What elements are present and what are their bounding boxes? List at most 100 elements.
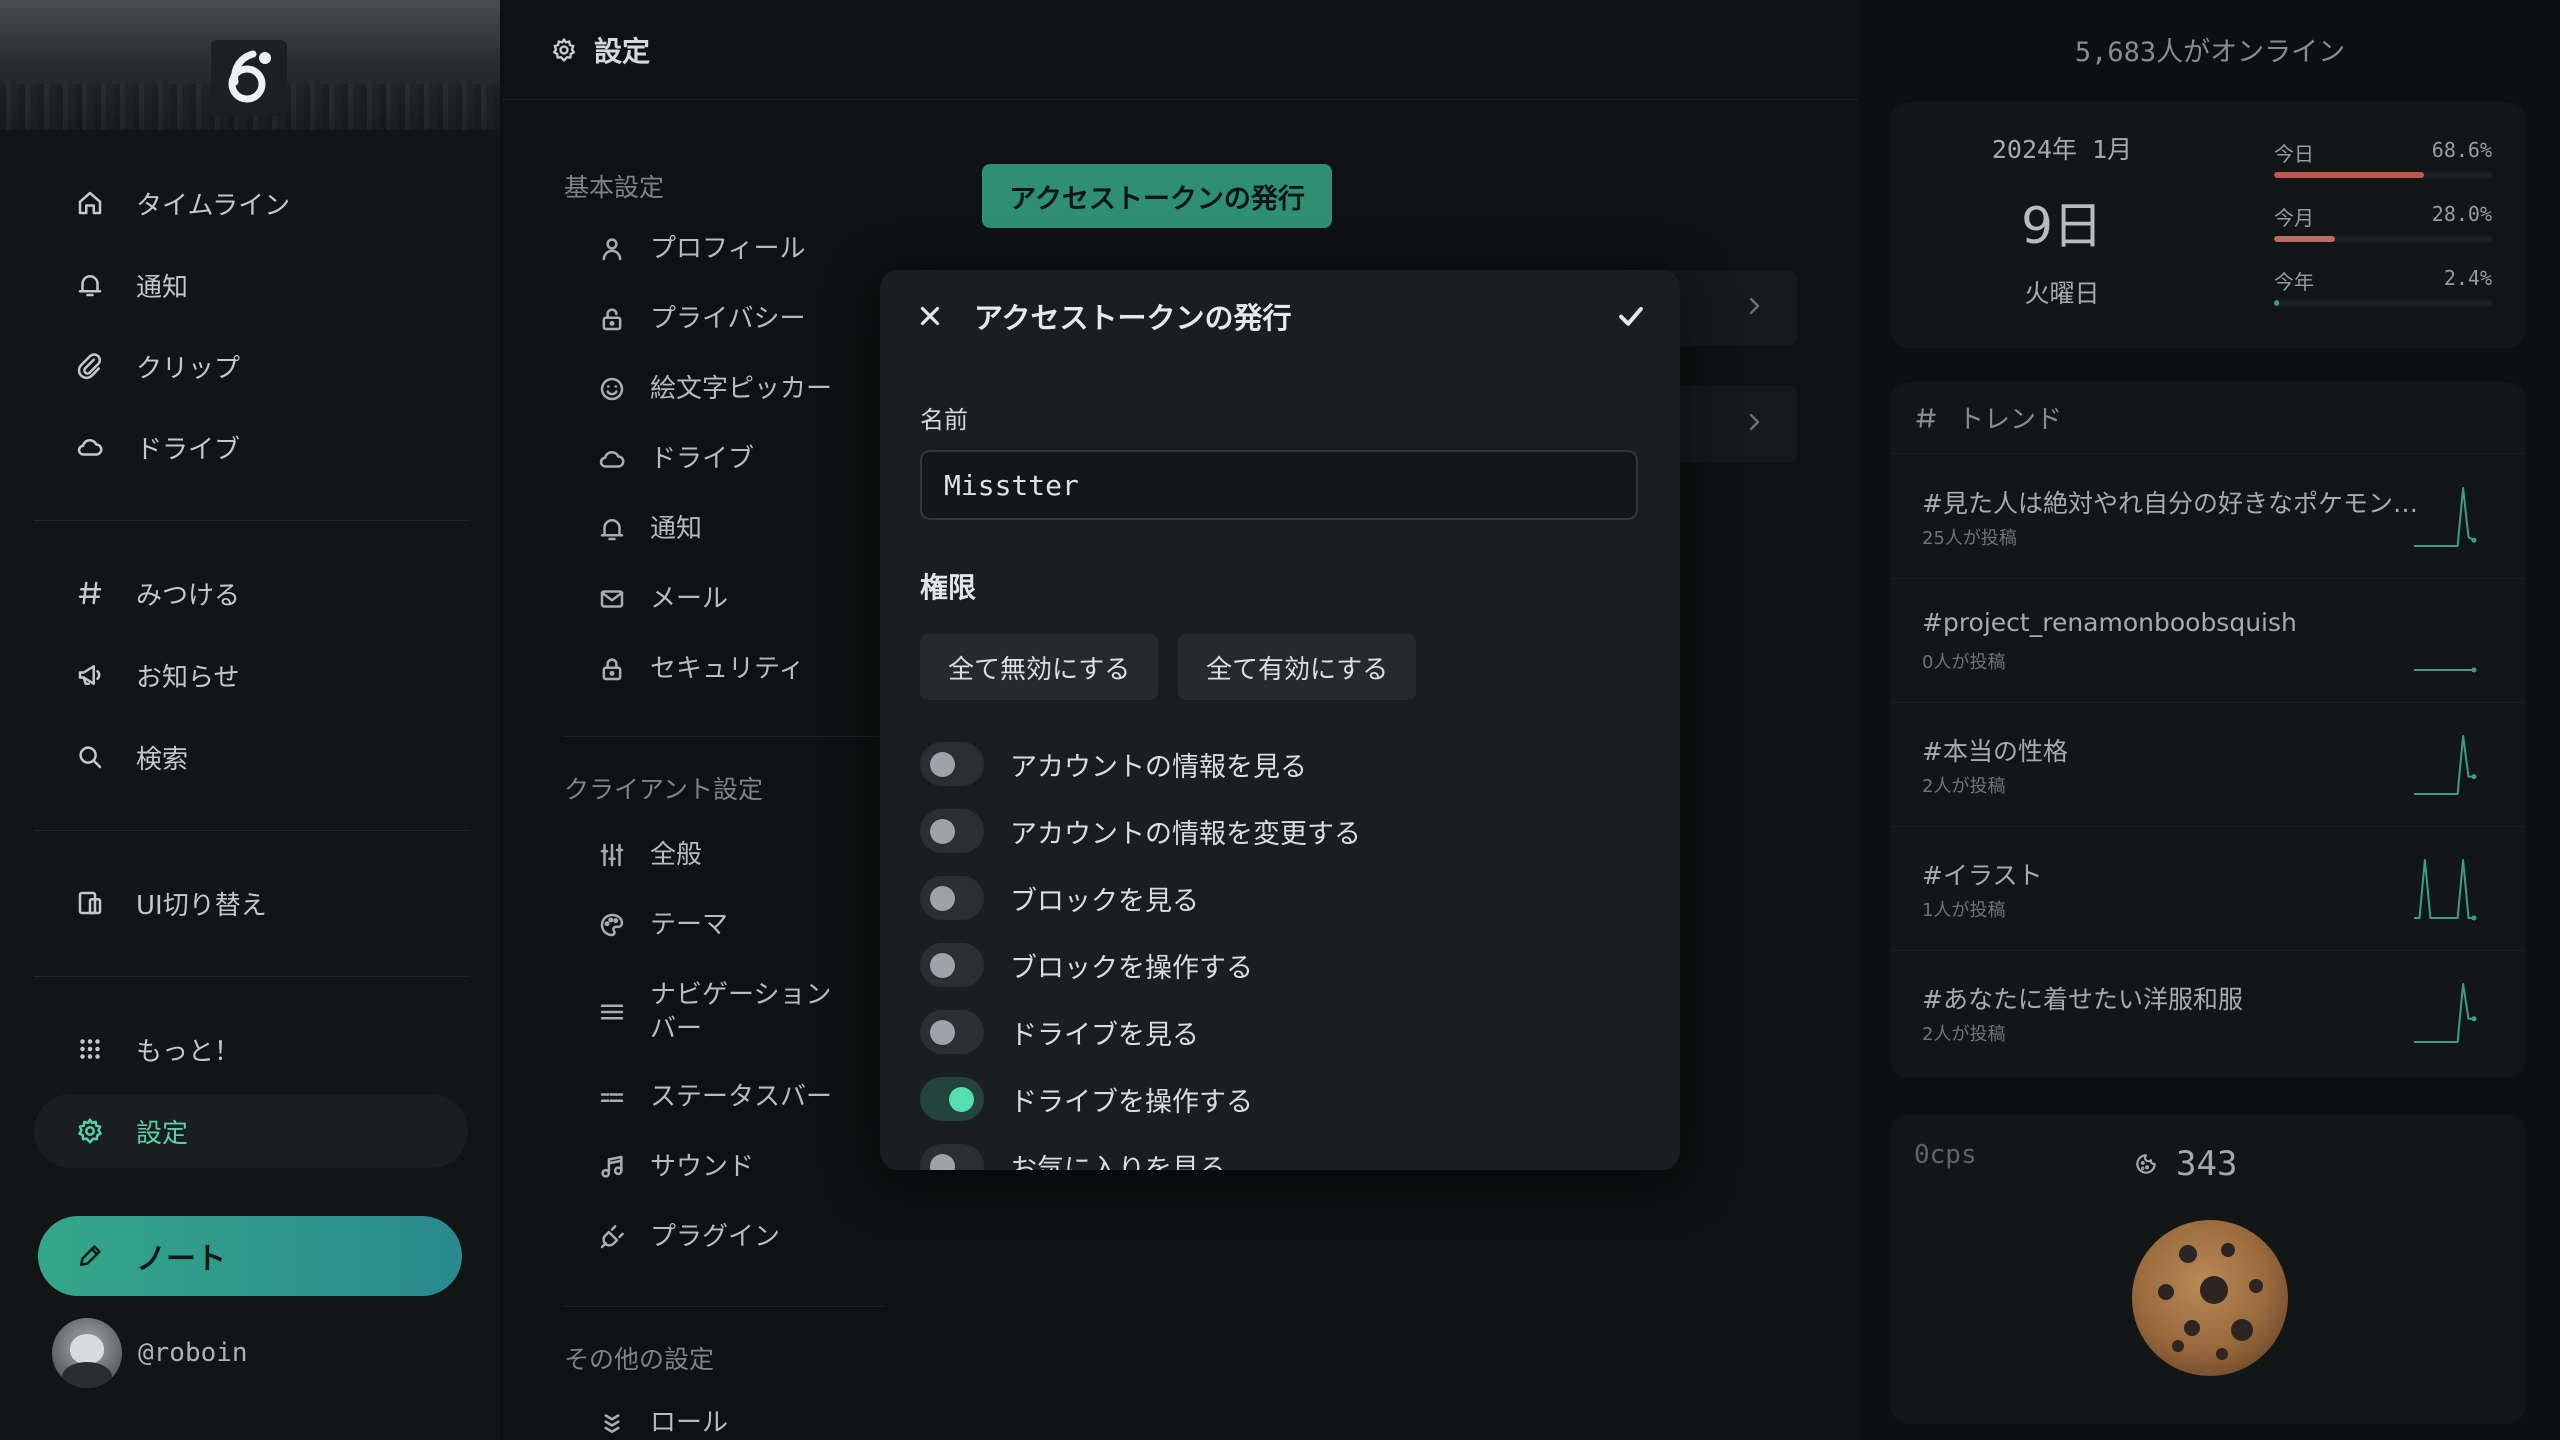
cookie-count-value: 343 [2176,1144,2238,1184]
trend-item[interactable]: #見た人は絶対やれ自分の好きなポケモン… 25人が投稿 [1890,454,2526,579]
menu-roles[interactable]: ロール [596,1406,728,1440]
calendar-widget: 2024年 1月 9日 火曜日 今日 68.6% 今月 28.0% 今年 2.4… [1890,102,2526,348]
menu-label: サウンド [650,1152,755,1182]
issue-token-button[interactable]: アクセストークンの発行 [982,164,1332,228]
toggle-switch[interactable] [920,742,984,786]
menu-general[interactable]: 全般 [596,838,702,872]
menu-security[interactable]: セキュリティ [596,652,804,686]
close-button[interactable] [910,296,950,336]
note-button[interactable]: ノート [38,1216,462,1296]
account-menu[interactable]: @roboin [52,1318,248,1388]
menu-plugins[interactable]: プラグイン [596,1220,780,1254]
equal-lines-icon [596,1081,628,1113]
nav-label: ドライブ [136,434,241,465]
sparkline-path [2414,735,2474,795]
toggle-switch[interactable] [920,876,984,920]
permission-toggle-write-blocks[interactable]: ブロックを操作する [920,943,1253,987]
disable-all-button[interactable]: 全て無効にする [920,634,1159,700]
trend-item[interactable]: #あなたに着せたい洋服和服 2人が投稿 [1890,950,2526,1074]
calendar-day: 9日 [2021,197,2103,255]
nav-settings[interactable]: 設定 [34,1094,468,1168]
trends-widget: トレンド #見た人は絶対やれ自分の好きなポケモン… 25人が投稿 #projec… [1890,382,2526,1078]
menu-label: テーマ [650,910,729,940]
note-button-label: ノート [136,1242,226,1277]
check-icon [1619,306,1643,326]
trend-sparkline [2414,487,2477,547]
nav-drive[interactable]: ドライブ [34,410,468,484]
sparkline-end-dot [2471,537,2477,543]
dialog-title: アクセストークンの発行 [974,301,1292,335]
menu-emoji-picker[interactable]: 絵文字ピッカー [596,372,832,406]
enable-all-button[interactable]: 全て有効にする [1178,634,1417,700]
cloud-icon [74,431,106,463]
paperclip-icon [74,350,106,382]
permission-label: ドライブを操作する [1010,1086,1253,1118]
permission-toggle-read-favorites[interactable]: お気に入りを見る [920,1144,1226,1170]
trend-item[interactable]: #project_renamonboobsquish 0人が投稿 [1890,578,2526,703]
plug-icon [596,1221,628,1253]
menu-privacy[interactable]: プライバシー [596,302,805,336]
search-icon [74,741,106,773]
home-icon [74,187,106,219]
toggle-switch[interactable] [920,943,984,987]
permission-toggle-read-blocks[interactable]: ブロックを見る [920,876,1199,920]
menu-email[interactable]: メール [596,582,728,616]
menu-statusbar[interactable]: ステータスバー [596,1080,832,1114]
section-divider [564,1306,884,1307]
menu-drive[interactable]: ドライブ [596,442,754,476]
nav-explore[interactable]: みつける [34,556,468,630]
permission-label: ドライブを見る [1010,1019,1199,1051]
trend-item[interactable]: #イラスト 1人が投稿 [1890,826,2526,951]
instance-logo[interactable] [211,40,287,116]
progress-fill [2274,172,2424,178]
toggle-switch[interactable] [920,1010,984,1054]
menu-notifications[interactable]: 通知 [596,512,702,546]
nav-label: UI切り替え [136,890,267,921]
toggle-switch[interactable] [920,1077,984,1121]
nav-search[interactable]: 検索 [34,720,468,794]
section-divider [564,736,884,737]
hash-icon [74,577,106,609]
name-input[interactable] [920,450,1638,520]
nav-ui-switch[interactable]: UI切り替え [34,866,468,940]
toggle-switch[interactable] [920,809,984,853]
bell-icon [74,269,106,301]
permission-label: お気に入りを見る [1010,1153,1226,1171]
menu-label: プライバシー [650,304,806,334]
permission-toggle-write-drive[interactable]: ドライブを操作する [920,1077,1253,1121]
sparkline-end-dot [2471,915,2477,921]
nav-clips[interactable]: クリップ [34,329,468,403]
trend-sparkline [2414,735,2477,795]
trend-sparkline [2414,983,2477,1043]
cookie-button[interactable] [2130,1218,2290,1378]
bell-icon [596,513,628,545]
nav-label: お知らせ [136,662,240,693]
misskey-logo-icon [228,50,271,103]
account-username: @roboin [138,1338,248,1368]
confirm-button[interactable] [1606,291,1656,341]
permissions-title: 権限 [920,571,977,604]
toggle-switch[interactable] [920,1144,984,1170]
lock-open-icon [596,303,628,335]
nav-timeline[interactable]: タイムライン [34,166,468,240]
menu-profile[interactable]: プロフィール [596,232,805,266]
sparkline-end-dot [2471,667,2477,673]
menu-sound[interactable]: サウンド [596,1150,754,1184]
progress-fill [2274,300,2280,306]
nav-label: みつける [136,580,241,611]
nav-label: もっと！ [136,1036,241,1067]
nav-notifications[interactable]: 通知 [34,248,468,322]
nav-more[interactable]: もっと！ [34,1012,468,1086]
menu-theme[interactable]: テーマ [596,908,728,942]
permission-toggle-read-drive[interactable]: ドライブを見る [920,1010,1199,1054]
trend-item[interactable]: #本当の性格 2人が投稿 [1890,702,2526,827]
mood-smile-icon [596,373,628,405]
sparkline-path [2414,859,2474,919]
nav-announcements[interactable]: お知らせ [34,638,468,712]
trends-title: トレンド [1958,405,2063,435]
progress-bar [2274,300,2492,306]
permission-toggle-read-account[interactable]: アカウントの情報を見る [920,742,1307,786]
permission-toggle-write-account[interactable]: アカウントの情報を変更する [920,809,1361,853]
menu-navbar[interactable]: ナビゲーション バー [596,978,831,1046]
progress-label: 今日 [2274,142,2314,166]
